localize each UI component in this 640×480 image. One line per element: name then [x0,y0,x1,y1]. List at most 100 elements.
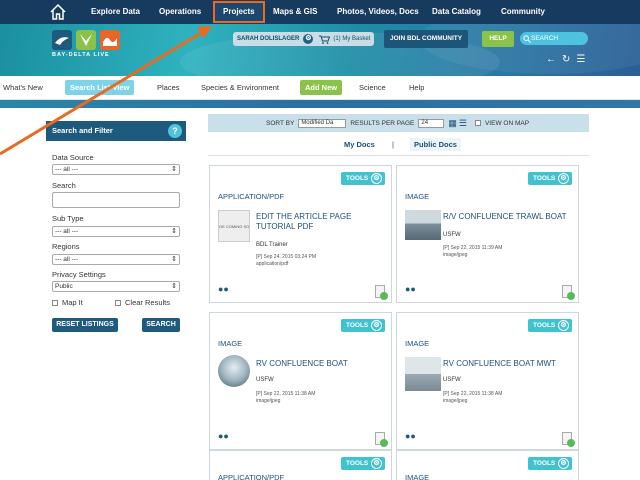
card-title[interactable]: R/V CONFLUENCE TRAWL BOAT [443,212,571,222]
people-icon[interactable]: ●● [405,284,416,294]
tools-label: TOOLS [346,175,369,182]
data-source-label: Data Source [52,153,94,162]
result-card[interactable]: TOOLS ⚙ APPLICATION/PDF [209,450,392,480]
search-icon[interactable] [523,34,531,43]
subnav-whats-new[interactable]: What's New [3,76,43,100]
people-icon[interactable]: ●● [218,284,229,294]
tools-label: TOOLS [346,460,369,467]
result-card[interactable]: TOOLS ⚙ IMAGE RV CONFLUENCE BOAT USFW [P]… [209,312,392,450]
result-card[interactable]: TOOLS ⚙ IMAGE RV CONFLUENCE BOAT MWT USFW… [396,312,579,450]
logo-bird-icon [52,30,72,50]
card-title[interactable]: EDIT THE ARTICLE PAGE TUTORIAL PDF [256,212,384,232]
tools-button[interactable]: TOOLS ⚙ [528,457,572,470]
view-on-map-label: VIEW ON MAP [484,119,530,127]
logo-text: BAY-DELTA LIVE [52,52,110,58]
reset-listings-button[interactable]: RESET LISTINGS [52,318,118,332]
gear-icon: ⚙ [371,320,382,331]
gear-icon: ⚙ [371,458,382,469]
card-type: IMAGE [405,473,430,480]
list-menu-icon[interactable]: ☰ [576,54,585,65]
refresh-icon[interactable]: ↻ [562,54,570,65]
join-community-button[interactable]: JOIN BDL COMMUNITY [384,30,469,48]
nav-photos-videos-docs[interactable]: Photos, Videos, Docs [337,0,419,24]
map-it-checkbox[interactable]: Map It [52,298,83,307]
subnav-help[interactable]: Help [409,76,424,100]
result-card[interactable]: TOOLS ⚙ IMAGE R/V CONFLUENCE TRAWL BOAT U… [396,165,579,303]
card-type: IMAGE [405,192,430,201]
search-input[interactable] [531,35,585,42]
card-type: APPLICATION/PDF [218,473,285,480]
user-menu[interactable]: SARAH DOLISLAGER ⚙ (1) My Basket [233,32,375,46]
data-source-select[interactable]: --- all --- [52,164,180,175]
site-search [520,32,588,45]
download-icon[interactable] [562,285,575,300]
nav-community[interactable]: Community [501,0,545,24]
help-button[interactable]: HELP [482,31,514,47]
per-page-select[interactable]: 24 [418,118,445,128]
nav-maps-gis[interactable]: Maps & GIS [273,0,317,24]
search-button[interactable]: SEARCH [142,318,180,332]
nav-data-catalog[interactable]: Data Catalog [432,0,481,24]
subnav-science[interactable]: Science [359,76,386,100]
nav-projects[interactable]: Projects [213,1,265,23]
subnav-add-new[interactable]: Add New [300,80,343,95]
tools-label: TOOLS [533,322,556,329]
tools-button[interactable]: TOOLS ⚙ [341,319,385,332]
grid-view-icon[interactable]: ▦ [448,118,457,129]
card-date: [P] Sep 22, 2015 11:38 AM [256,391,316,397]
result-card[interactable]: TOOLS ⚙ APPLICATION/PDF GE COMING SO EDIT… [209,165,392,303]
nav-explore-data[interactable]: Explore Data [91,0,140,24]
tools-button[interactable]: TOOLS ⚙ [341,457,385,470]
regions-select[interactable]: --- all --- [52,254,180,265]
view-on-map-checkbox[interactable] [474,120,481,126]
arrow-left-icon[interactable]: ← [546,54,556,65]
download-icon[interactable] [375,285,388,300]
gear-icon: ⚙ [558,458,569,469]
card-mime: image/jpeg [443,252,468,258]
search-label: Search [52,181,76,190]
nav-operations[interactable]: Operations [159,0,201,24]
gear-icon: ⚙ [371,173,382,184]
list-view-icon[interactable]: ☰ [459,118,467,129]
tab-my-docs[interactable]: My Docs [344,140,375,149]
card-mime: image/jpeg [256,398,281,404]
subnav-species-environment[interactable]: Species & Environment [201,76,279,100]
tools-button[interactable]: TOOLS ⚙ [341,172,385,185]
tools-button[interactable]: TOOLS ⚙ [528,172,572,185]
privacy-select[interactable]: Public [52,281,180,292]
filter-search-input[interactable] [52,192,180,208]
card-mime: application/pdf [256,261,289,267]
subtype-select[interactable]: --- all --- [52,226,180,237]
result-card[interactable]: TOOLS ⚙ IMAGE [396,450,579,480]
card-title[interactable]: RV CONFLUENCE BOAT MWT [443,359,571,369]
checkbox-box [52,299,58,306]
clear-results-checkbox[interactable]: Clear Results [115,298,170,307]
doc-tabs: My Docs | Public Docs [208,134,589,156]
pdf-thumbnail[interactable]: GE COMING SO [218,210,250,242]
subnav-places[interactable]: Places [157,76,180,100]
sort-select[interactable]: Modified Da [298,118,347,128]
tools-label: TOOLS [533,460,556,467]
tab-public-docs[interactable]: Public Docs [410,138,461,151]
subnav-search-list-view[interactable]: Search List View [65,80,135,95]
people-icon[interactable]: ●● [405,431,416,441]
download-icon[interactable] [562,432,575,447]
sidebar-title-text: Search and Filter [52,126,113,135]
tools-button[interactable]: TOOLS ⚙ [528,319,572,332]
clear-results-label: Clear Results [125,298,171,307]
card-org: USFW [443,377,461,383]
basket-link[interactable]: (1) My Basket [319,35,370,44]
tab-separator: | [392,140,394,149]
boat-photo-thumbnail[interactable] [218,355,250,387]
gear-icon[interactable]: ⚙ [303,34,314,44]
help-circle-icon[interactable]: ? [168,124,182,138]
card-type: APPLICATION/PDF [218,192,285,201]
boat-photo-thumbnail[interactable] [405,210,441,240]
card-title[interactable]: RV CONFLUENCE BOAT [256,359,384,369]
card-org: BDL Trainer [256,242,288,248]
people-icon[interactable]: ●● [218,431,229,441]
map-it-label: Map It [62,298,83,307]
download-icon[interactable] [375,432,388,447]
home-icon[interactable] [48,2,68,22]
boat-photo-thumbnail[interactable] [405,357,441,391]
